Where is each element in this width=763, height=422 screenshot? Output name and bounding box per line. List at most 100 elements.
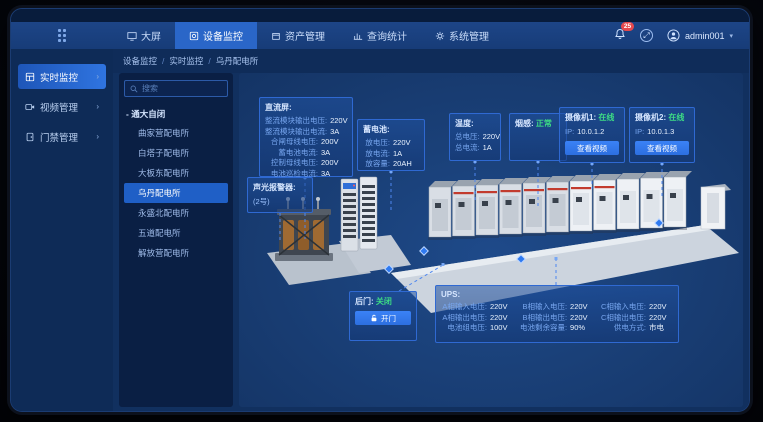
- metric-value: 3A: [321, 169, 347, 180]
- metric-label: B相输出电压:: [520, 313, 567, 324]
- metric-value: 100V: [490, 323, 514, 334]
- metric-value: 220V: [570, 302, 594, 313]
- screen-icon: [127, 31, 137, 41]
- tree-node-selected[interactable]: 乌丹配电所: [124, 183, 228, 203]
- view-video-button[interactable]: 查看视频: [635, 141, 689, 155]
- smoke-status: 正常: [536, 119, 552, 128]
- monitor-grid-icon: [25, 72, 35, 82]
- metric-label: 供电方式:: [600, 323, 646, 334]
- breadcrumb-item[interactable]: 实时监控: [169, 55, 203, 67]
- open-door-label: 开门: [381, 313, 396, 324]
- sidebar-item-access[interactable]: 门禁管理 ›: [18, 124, 106, 149]
- nav-item-statistics[interactable]: 查询统计: [339, 22, 421, 49]
- ups-column-c: C相输入电压:220V C相输出电压:220V 供电方式:市电: [600, 302, 673, 334]
- metric-label: A相输入电压:: [441, 302, 487, 313]
- camera1-panel: 摄像机1: 在线 IP: 10.0.1.2 查看视频: [559, 107, 625, 163]
- fullscreen-button[interactable]: ⤢: [640, 29, 653, 42]
- window-top-strip: [11, 9, 749, 22]
- metric-label: 合闸母线电压:: [265, 137, 318, 148]
- metric-value: 220V: [330, 116, 348, 127]
- metric-value: 220V: [490, 313, 514, 324]
- metric-value: 1A: [483, 143, 495, 154]
- tree-search-input[interactable]: [142, 84, 222, 93]
- door-label: 后门:: [355, 297, 374, 306]
- notifications-button[interactable]: 25: [614, 27, 626, 45]
- search-icon: [130, 85, 138, 93]
- camera2-status: 在线: [668, 113, 684, 122]
- sidebar-item-label: 实时监控: [40, 70, 78, 84]
- battery-panel: 蓄电池: 放电压:220V 放电流:1A 放容量:20AH: [357, 119, 425, 171]
- ups-panel: UPS: A相输入电压:220V A相输出电压:220V 电池组电压:100V …: [435, 285, 679, 343]
- nav-item-device-monitor[interactable]: 设备监控: [175, 22, 257, 49]
- sidebar-item-realtime-monitor[interactable]: 实时监控 ›: [18, 64, 106, 89]
- facility-3d-view: 直流屏: 整流模块输出电压:220V 整流模块输出电流:3A 合闸母线电压:20…: [239, 73, 743, 407]
- tree-search: [124, 80, 228, 97]
- alarm-device-panel: 声光报警器: (2号): [247, 177, 313, 213]
- expand-icon: ⤢: [643, 31, 649, 41]
- avatar-icon: [667, 29, 680, 42]
- metric-label: 电池组电压:: [441, 323, 487, 334]
- video-icon: [25, 102, 35, 112]
- nav-item-label: 设备监控: [203, 28, 243, 43]
- metric-value: 市电: [649, 323, 673, 334]
- metric-label: 蓄电池电流:: [265, 148, 318, 159]
- metric-label: 放容量:: [363, 159, 390, 170]
- metric-label: C相输出电压:: [600, 313, 646, 324]
- metric-value: 3A: [330, 127, 347, 138]
- tree-node[interactable]: 曲家营配电所: [124, 123, 228, 143]
- breadcrumb-separator: /: [162, 56, 164, 66]
- username: admin001: [685, 31, 725, 41]
- chevron-right-icon: ›: [96, 102, 99, 111]
- nav-item-label: 大屏: [141, 28, 161, 43]
- monitor-icon: [189, 31, 199, 41]
- nav-item-system[interactable]: 系统管理: [421, 22, 503, 49]
- metric-value: 220V: [393, 138, 419, 149]
- metric-value: 200V: [321, 137, 347, 148]
- metric-label: 整流模块输出电压:: [265, 116, 327, 127]
- tree-node[interactable]: 白塔子配电所: [124, 143, 228, 163]
- nav-item-assets[interactable]: 资产管理: [257, 22, 339, 49]
- panel-title: 烟感: 正常: [515, 118, 561, 129]
- metric-value: 3A: [321, 148, 347, 159]
- unlock-icon: [370, 314, 378, 322]
- metric-label: 控制母线电压:: [265, 158, 318, 169]
- metric-label: C相输入电压:: [600, 302, 646, 313]
- tree-node[interactable]: 解放营配电所: [124, 243, 228, 263]
- sidebar-item-label: 门禁管理: [40, 130, 78, 144]
- metric-label: 整流模块输出电流:: [265, 127, 327, 138]
- metric-value: 200V: [321, 158, 347, 169]
- dc-screen-panel: 直流屏: 整流模块输出电压:220V 整流模块输出电流:3A 合闸母线电压:20…: [259, 97, 353, 177]
- metric-value: 1A: [393, 149, 419, 160]
- nav-item-label: 资产管理: [285, 28, 325, 43]
- chevron-right-icon: ›: [96, 132, 99, 141]
- metric-value: 220V: [483, 132, 501, 143]
- camera2-label: 摄像机2:: [635, 113, 666, 122]
- user-menu[interactable]: admin001 ▾: [667, 29, 733, 42]
- door-panel: 后门: 关闭 开门: [349, 291, 417, 341]
- camera1-label: 摄像机1:: [565, 113, 596, 122]
- metric-label: 放电压:: [363, 138, 390, 149]
- panel-title: 后门: 关闭: [355, 296, 411, 307]
- view-video-button[interactable]: 查看视频: [565, 141, 619, 155]
- notification-badge: 25: [621, 22, 634, 31]
- breadcrumb-separator: /: [208, 56, 210, 66]
- tree-node[interactable]: 永盛北配电所: [124, 203, 228, 223]
- tree-node[interactable]: 大板东配电所: [124, 163, 228, 183]
- station-tree: - 通大自闭 曲家营配电所 白塔子配电所 大板东配电所 乌丹配电所 永盛北配电所…: [124, 105, 228, 263]
- camera1-status: 在线: [598, 113, 614, 122]
- nav-item-dashboard[interactable]: 大屏: [113, 22, 175, 49]
- metric-value: 220V: [649, 302, 673, 313]
- camera2-ip: 10.0.1.3: [647, 126, 674, 137]
- door-icon: [25, 132, 35, 142]
- metric-value: 220V: [490, 302, 514, 313]
- open-door-button[interactable]: 开门: [355, 311, 411, 325]
- metric-value: 220V: [649, 313, 673, 324]
- tree-node[interactable]: 五道配电所: [124, 223, 228, 243]
- breadcrumb-item-current: 乌丹配电所: [216, 55, 259, 67]
- camera1-ip: 10.0.1.2: [577, 126, 604, 137]
- tree-root-node[interactable]: - 通大自闭: [124, 105, 228, 123]
- temperature-panel: 温度: 总电压:220V 总电流:1A: [449, 113, 501, 161]
- breadcrumb-item[interactable]: 设备监控: [123, 55, 157, 67]
- sidebar-item-video[interactable]: 视频管理 ›: [18, 94, 106, 119]
- metric-label: 电池剩余容量:: [520, 323, 567, 334]
